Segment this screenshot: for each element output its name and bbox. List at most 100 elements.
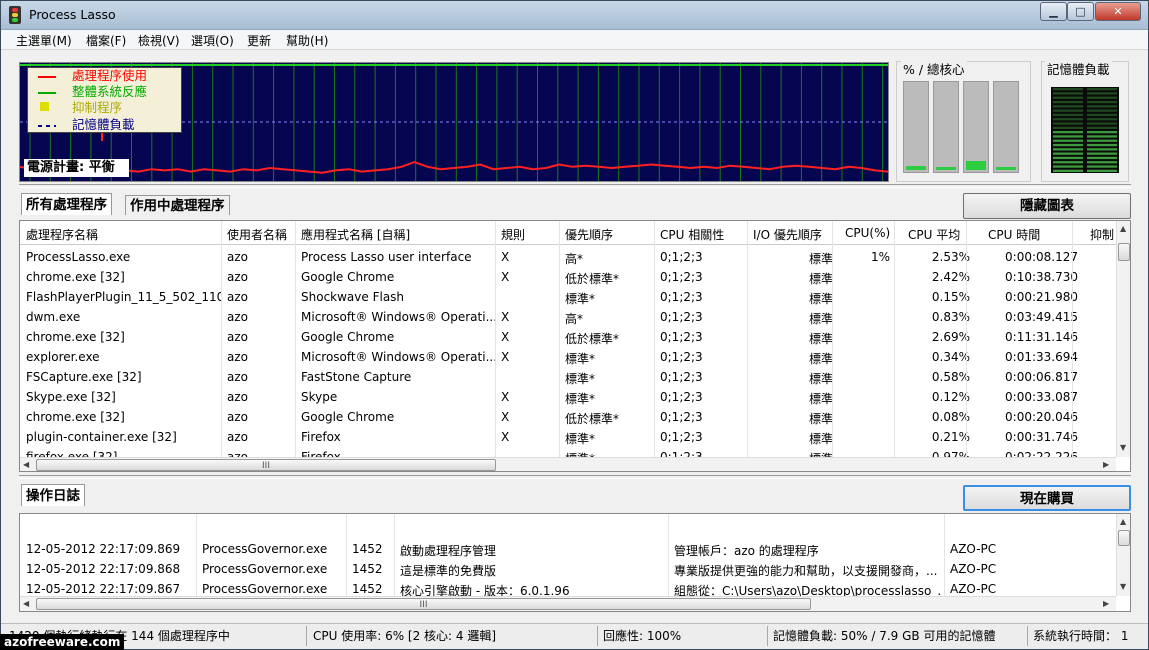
table-row[interactable]: ProcessLasso.exe azo Process Lasso user in… bbox=[20, 246, 1116, 266]
memory-segment bbox=[1087, 88, 1117, 91]
cell: 標準 bbox=[808, 332, 833, 346]
col-process-name[interactable]: 處理程序名稱 bbox=[26, 226, 98, 243]
cell: Microsoft® Windows® Operati... bbox=[301, 310, 496, 324]
cell: 2.69% bbox=[931, 330, 970, 344]
log-vscroll-thumb[interactable] bbox=[1118, 530, 1130, 546]
graph-splitter[interactable] bbox=[19, 184, 1131, 188]
col-affinity[interactable]: CPU 相關性 bbox=[660, 226, 724, 243]
table-row[interactable]: chrome.exe [32] azo Google Chrome X 低於標準* 0;1… bbox=[20, 326, 1116, 346]
cell: Skype bbox=[301, 390, 338, 404]
process-vscroll-thumb[interactable] bbox=[1118, 243, 1130, 261]
col-io-priority[interactable]: I/O 優先順序 bbox=[753, 226, 822, 243]
status-memory: 記憶體負載: 50% / 7.9 GB 可用的記憶體 bbox=[773, 629, 996, 643]
cell: 標準 bbox=[808, 272, 833, 286]
cell: X bbox=[501, 410, 510, 424]
close-button[interactable]: ✕ bbox=[1095, 2, 1141, 21]
cell: azo bbox=[227, 410, 248, 424]
graph-legend: 處理程序使用 整體系統反應 抑制程序 記憶體負載 bbox=[27, 67, 182, 133]
process-vscrollbar[interactable]: ▲ ▼ bbox=[1116, 221, 1130, 457]
log-row[interactable]: 12-05-2012 22:17:09.867 ProcessGovernor.e… bbox=[20, 578, 1116, 598]
log-cell: 1452 bbox=[352, 582, 383, 596]
legend-restrained: 抑制程序 bbox=[72, 100, 123, 115]
cell: X bbox=[501, 310, 510, 324]
maximize-button[interactable]: □ bbox=[1067, 2, 1094, 21]
legend-swatch-response bbox=[38, 92, 56, 94]
cell: 標準* bbox=[565, 352, 596, 366]
legend-response: 整體系統反應 bbox=[72, 84, 148, 99]
memory-segment bbox=[1053, 96, 1083, 99]
minimize-button[interactable]: ▁ bbox=[1040, 2, 1067, 21]
memory-segment bbox=[1087, 113, 1117, 117]
cell: 0:00:31.746 bbox=[1005, 430, 1078, 444]
cell: 0.58% bbox=[931, 370, 970, 384]
col-app-name[interactable]: 應用程式名稱 [自稱] bbox=[301, 226, 410, 243]
cell: 標準* bbox=[565, 372, 596, 386]
memory-segment bbox=[1053, 126, 1083, 129]
menu-options[interactable]: 選項(O) bbox=[191, 32, 234, 49]
cell: 低於標準* bbox=[565, 332, 620, 346]
table-row[interactable]: Skype.exe [32] azo Skype X 標準* 0;1;2;3 標準 0.12%… bbox=[20, 386, 1116, 406]
menu-file[interactable]: 檔案(F) bbox=[86, 32, 126, 49]
table-row[interactable]: chrome.exe [32] azo Google Chrome X 低於標準* 0;1… bbox=[20, 266, 1116, 286]
watermark: azofreeware.com bbox=[0, 634, 125, 650]
table-row[interactable]: dwm.exe azo Microsoft® Windows® Operati...… bbox=[20, 306, 1116, 326]
table-row[interactable]: explorer.exe azo Microsoft® Windows® Opera… bbox=[20, 346, 1116, 366]
memory-segment bbox=[1087, 118, 1117, 121]
log-hscrollbar[interactable]: ◀ III ▶ bbox=[20, 596, 1116, 611]
col-cpu-time[interactable]: CPU 時間 bbox=[988, 226, 1040, 243]
core-fill-2 bbox=[966, 161, 986, 170]
buy-now-button[interactable]: 現在購買 bbox=[963, 485, 1131, 511]
menu-help[interactable]: 幫助(H) bbox=[286, 32, 328, 49]
menu-main[interactable]: 主選單(M) bbox=[16, 32, 72, 49]
power-plan-label: 電源計畫: 平衡 bbox=[24, 159, 129, 177]
process-hscroll-thumb[interactable]: III bbox=[36, 459, 496, 471]
log-row[interactable]: 12-05-2012 22:17:09.869 ProcessGovernor.e… bbox=[20, 538, 1116, 558]
memory-segment bbox=[1087, 152, 1117, 155]
memory-segment bbox=[1087, 165, 1117, 168]
col-restrain[interactable]: 抑制 bbox=[1090, 226, 1114, 243]
tab-active-processes[interactable]: 作用中處理程序 bbox=[125, 195, 230, 215]
memory-segment bbox=[1087, 109, 1117, 112]
memory-segment bbox=[1053, 139, 1083, 142]
menu-update[interactable]: 更新 bbox=[247, 32, 271, 49]
tab-action-log[interactable]: 操作日誌 bbox=[21, 484, 85, 506]
memory-segment bbox=[1053, 135, 1083, 138]
cell: chrome.exe [32] bbox=[26, 330, 125, 344]
col-priority[interactable]: 優先順序 bbox=[565, 226, 613, 243]
log-cell: ProcessGovernor.exe bbox=[202, 562, 328, 576]
table-row[interactable]: FlashPlayerPlugin_11_5_502_110.... azo Sho… bbox=[20, 286, 1116, 306]
cell: 0.34% bbox=[931, 350, 970, 364]
tab-all-processes[interactable]: 所有處理程序 bbox=[21, 193, 112, 215]
hide-graph-button[interactable]: 隱藏圖表 bbox=[963, 193, 1131, 219]
memory-segment bbox=[1053, 156, 1083, 160]
memory-segment bbox=[1053, 143, 1083, 147]
core-bar-0 bbox=[903, 81, 929, 173]
table-row[interactable]: plugin-container.exe [32] azo Firefox X 標準* 0… bbox=[20, 426, 1116, 446]
col-user[interactable]: 使用者名稱 bbox=[227, 226, 287, 243]
log-cell: 12-05-2012 22:17:09.868 bbox=[26, 562, 181, 576]
menu-view[interactable]: 檢視(V) bbox=[138, 32, 180, 49]
cell: 0:01:33.694 bbox=[1005, 350, 1078, 364]
col-cpu-percent[interactable]: CPU(%) bbox=[845, 226, 890, 240]
cell: 2.53% bbox=[931, 250, 970, 264]
log-vscrollbar[interactable]: ▲ ▼ bbox=[1116, 514, 1130, 596]
log-cell: 啟動處理程序管理 bbox=[400, 544, 497, 558]
core-fill-3 bbox=[996, 167, 1016, 170]
table-row[interactable]: chrome.exe [32] azo Google Chrome X 低於標準* 0;1… bbox=[20, 406, 1116, 426]
log-row[interactable]: 12-05-2012 22:17:09.868 ProcessGovernor.e… bbox=[20, 558, 1116, 578]
cell: X bbox=[501, 270, 510, 284]
cell: azo bbox=[227, 330, 248, 344]
process-hscrollbar[interactable]: ◀ III ▶ bbox=[20, 457, 1116, 471]
log-cell: 專業版提供更強的能力和幫助，以支援開發商，... bbox=[674, 564, 938, 578]
table-row[interactable]: FSCapture.exe [32] azo FastStone Capture 標準… bbox=[20, 366, 1116, 386]
log-cell: 這是標準的免費版 bbox=[400, 564, 497, 578]
log-hscroll-thumb[interactable]: III bbox=[36, 598, 811, 610]
cell: 0;1;2;3 bbox=[660, 330, 703, 344]
col-rules[interactable]: 規則 bbox=[501, 226, 525, 243]
memory-segment bbox=[1053, 113, 1083, 117]
cell: 標準* bbox=[565, 432, 596, 446]
cell: 0;1;2;3 bbox=[660, 350, 703, 364]
cell: 0.08% bbox=[931, 410, 970, 424]
col-cpu-avg[interactable]: CPU 平均 bbox=[908, 226, 960, 243]
log-splitter[interactable] bbox=[19, 475, 1131, 479]
